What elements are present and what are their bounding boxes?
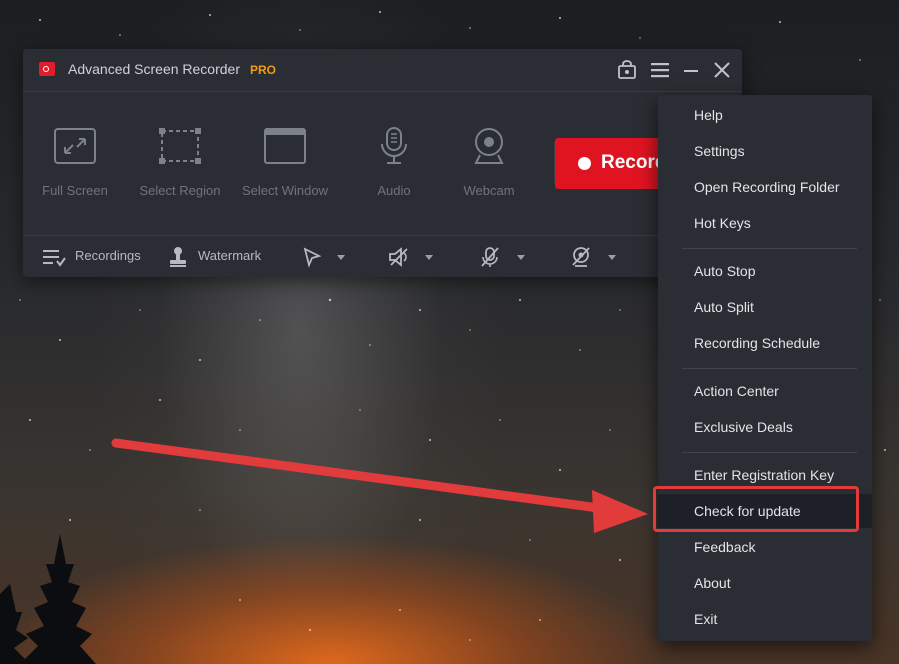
annotation-arrow-icon — [111, 438, 648, 533]
